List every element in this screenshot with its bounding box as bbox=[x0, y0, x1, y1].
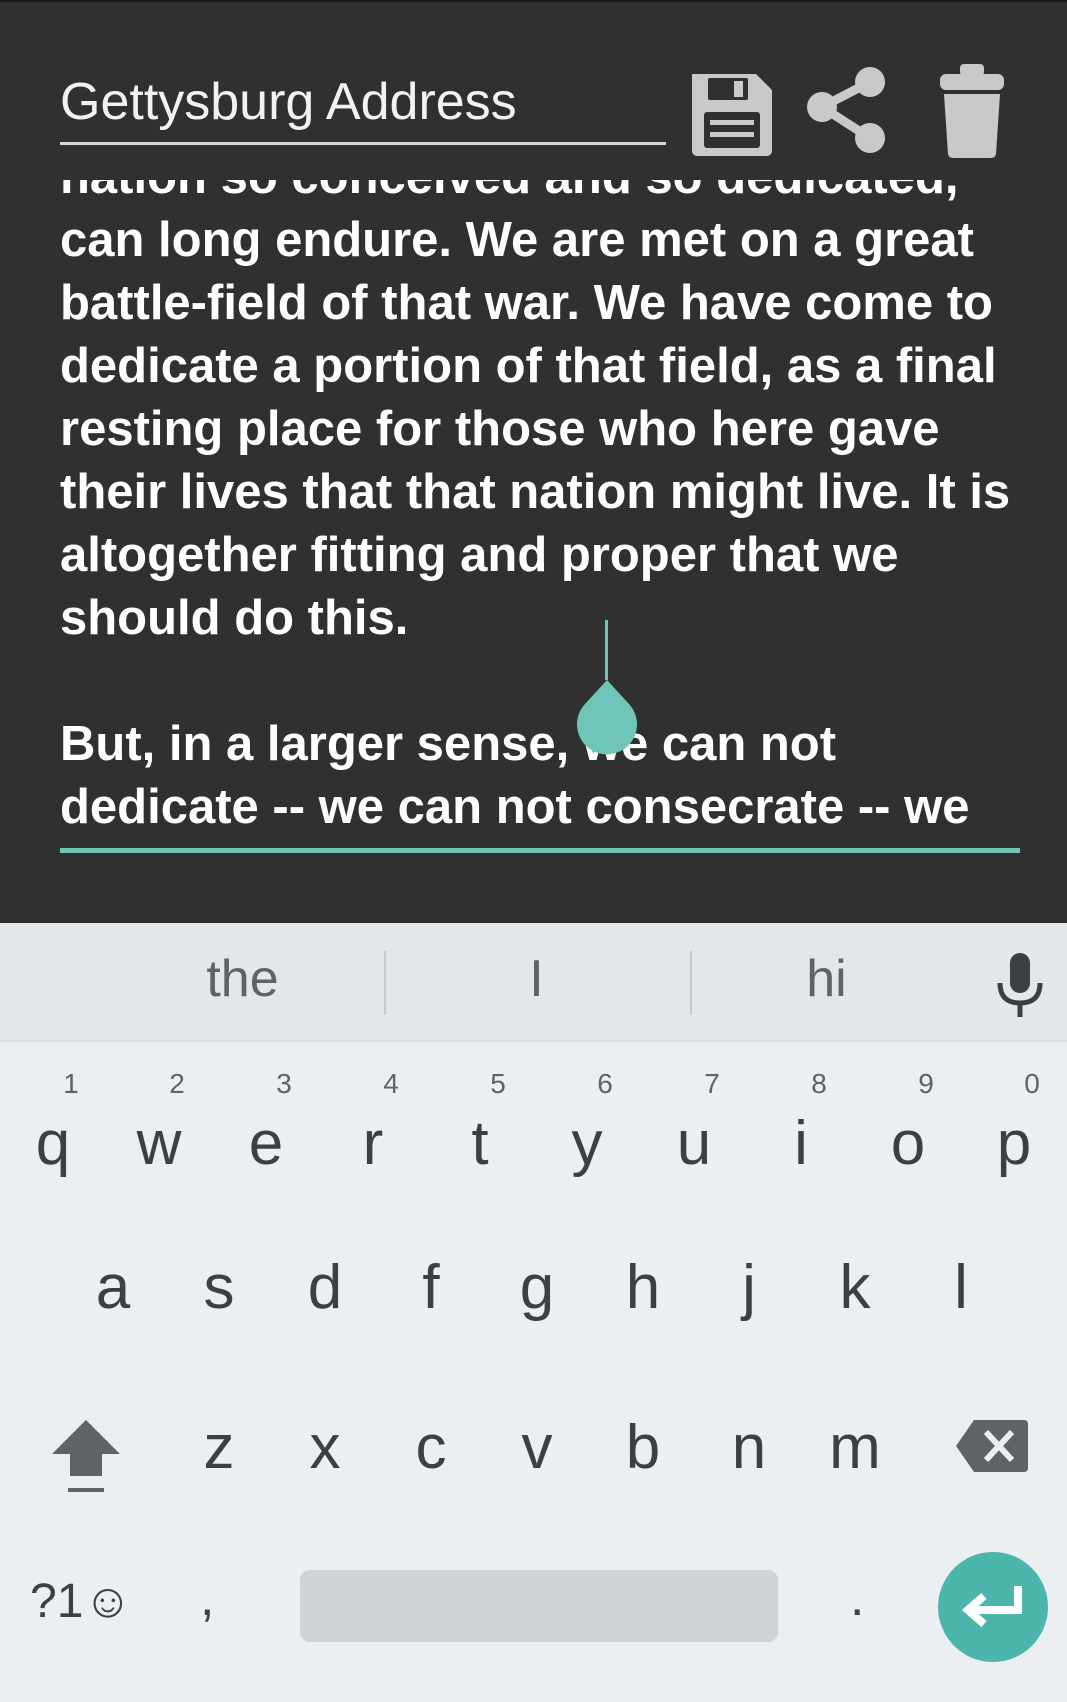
key-o[interactable]: 9o bbox=[855, 1068, 961, 1218]
title-underline bbox=[60, 142, 666, 145]
title-input[interactable] bbox=[60, 66, 666, 138]
key-k[interactable]: k bbox=[802, 1222, 908, 1372]
suggestion-strip: the I hi bbox=[0, 923, 1067, 1042]
note-body-text[interactable]: nation so conceived and so dedicated, ca… bbox=[60, 180, 1020, 839]
text-cursor bbox=[605, 620, 608, 680]
suggestion-hi[interactable]: hi bbox=[674, 949, 979, 1009]
trash-can-icon[interactable] bbox=[936, 62, 1008, 162]
note-body-editor[interactable]: nation so conceived and so dedicated, ca… bbox=[60, 180, 1020, 852]
suggestion-the[interactable]: the bbox=[90, 949, 395, 1009]
key-f[interactable]: f bbox=[378, 1222, 484, 1372]
key-b[interactable]: b bbox=[590, 1382, 696, 1532]
key-p[interactable]: 0p bbox=[961, 1068, 1067, 1218]
space-bar[interactable] bbox=[300, 1570, 778, 1642]
title-field[interactable] bbox=[60, 66, 666, 146]
key-l[interactable]: l bbox=[908, 1222, 1014, 1372]
key-t[interactable]: 5t bbox=[427, 1068, 533, 1218]
body-paragraph-1[interactable]: nation so conceived and so dedicated, ca… bbox=[60, 180, 1020, 650]
status-bar-edge bbox=[0, 0, 1067, 2]
key-x[interactable]: x bbox=[272, 1382, 378, 1532]
key-m[interactable]: m bbox=[802, 1382, 908, 1532]
key-j[interactable]: j bbox=[696, 1222, 802, 1372]
key-y[interactable]: 6y bbox=[534, 1068, 640, 1218]
share-icon[interactable] bbox=[800, 62, 892, 162]
body-underline bbox=[60, 848, 1020, 853]
floppy-disk-icon[interactable] bbox=[686, 62, 778, 162]
key-w[interactable]: 2w bbox=[106, 1068, 212, 1218]
key-n[interactable]: n bbox=[696, 1382, 802, 1532]
key-i[interactable]: 8i bbox=[748, 1068, 854, 1218]
symbols-emoji-key[interactable]: ?1☺ bbox=[30, 1574, 132, 1629]
key-e[interactable]: 3e bbox=[213, 1068, 319, 1218]
key-r[interactable]: 4r bbox=[320, 1068, 426, 1218]
suggestion-i[interactable]: I bbox=[384, 949, 689, 1009]
key-d[interactable]: d bbox=[272, 1222, 378, 1372]
microphone-icon[interactable] bbox=[996, 953, 1044, 1019]
key-s[interactable]: s bbox=[166, 1222, 272, 1372]
key-h[interactable]: h bbox=[590, 1222, 696, 1372]
key-g[interactable]: g bbox=[484, 1222, 590, 1372]
key-a[interactable]: a bbox=[60, 1222, 166, 1372]
shift-arrow-icon[interactable] bbox=[48, 1414, 124, 1494]
backspace-icon[interactable] bbox=[954, 1418, 1030, 1474]
key-c[interactable]: c bbox=[378, 1382, 484, 1532]
key-u[interactable]: 7u bbox=[641, 1068, 747, 1218]
enter-key[interactable] bbox=[938, 1552, 1048, 1662]
key-z[interactable]: z bbox=[166, 1382, 272, 1532]
key-v[interactable]: v bbox=[484, 1382, 590, 1532]
key-q[interactable]: 1q bbox=[0, 1068, 106, 1218]
cursor-handle[interactable] bbox=[576, 680, 638, 756]
body-paragraph-2[interactable]: But, in a larger sense, we can not dedic… bbox=[60, 713, 1020, 839]
period-key[interactable]: . bbox=[850, 1568, 864, 1628]
comma-key[interactable]: , bbox=[200, 1568, 214, 1628]
enter-arrow-icon bbox=[961, 1586, 1022, 1628]
